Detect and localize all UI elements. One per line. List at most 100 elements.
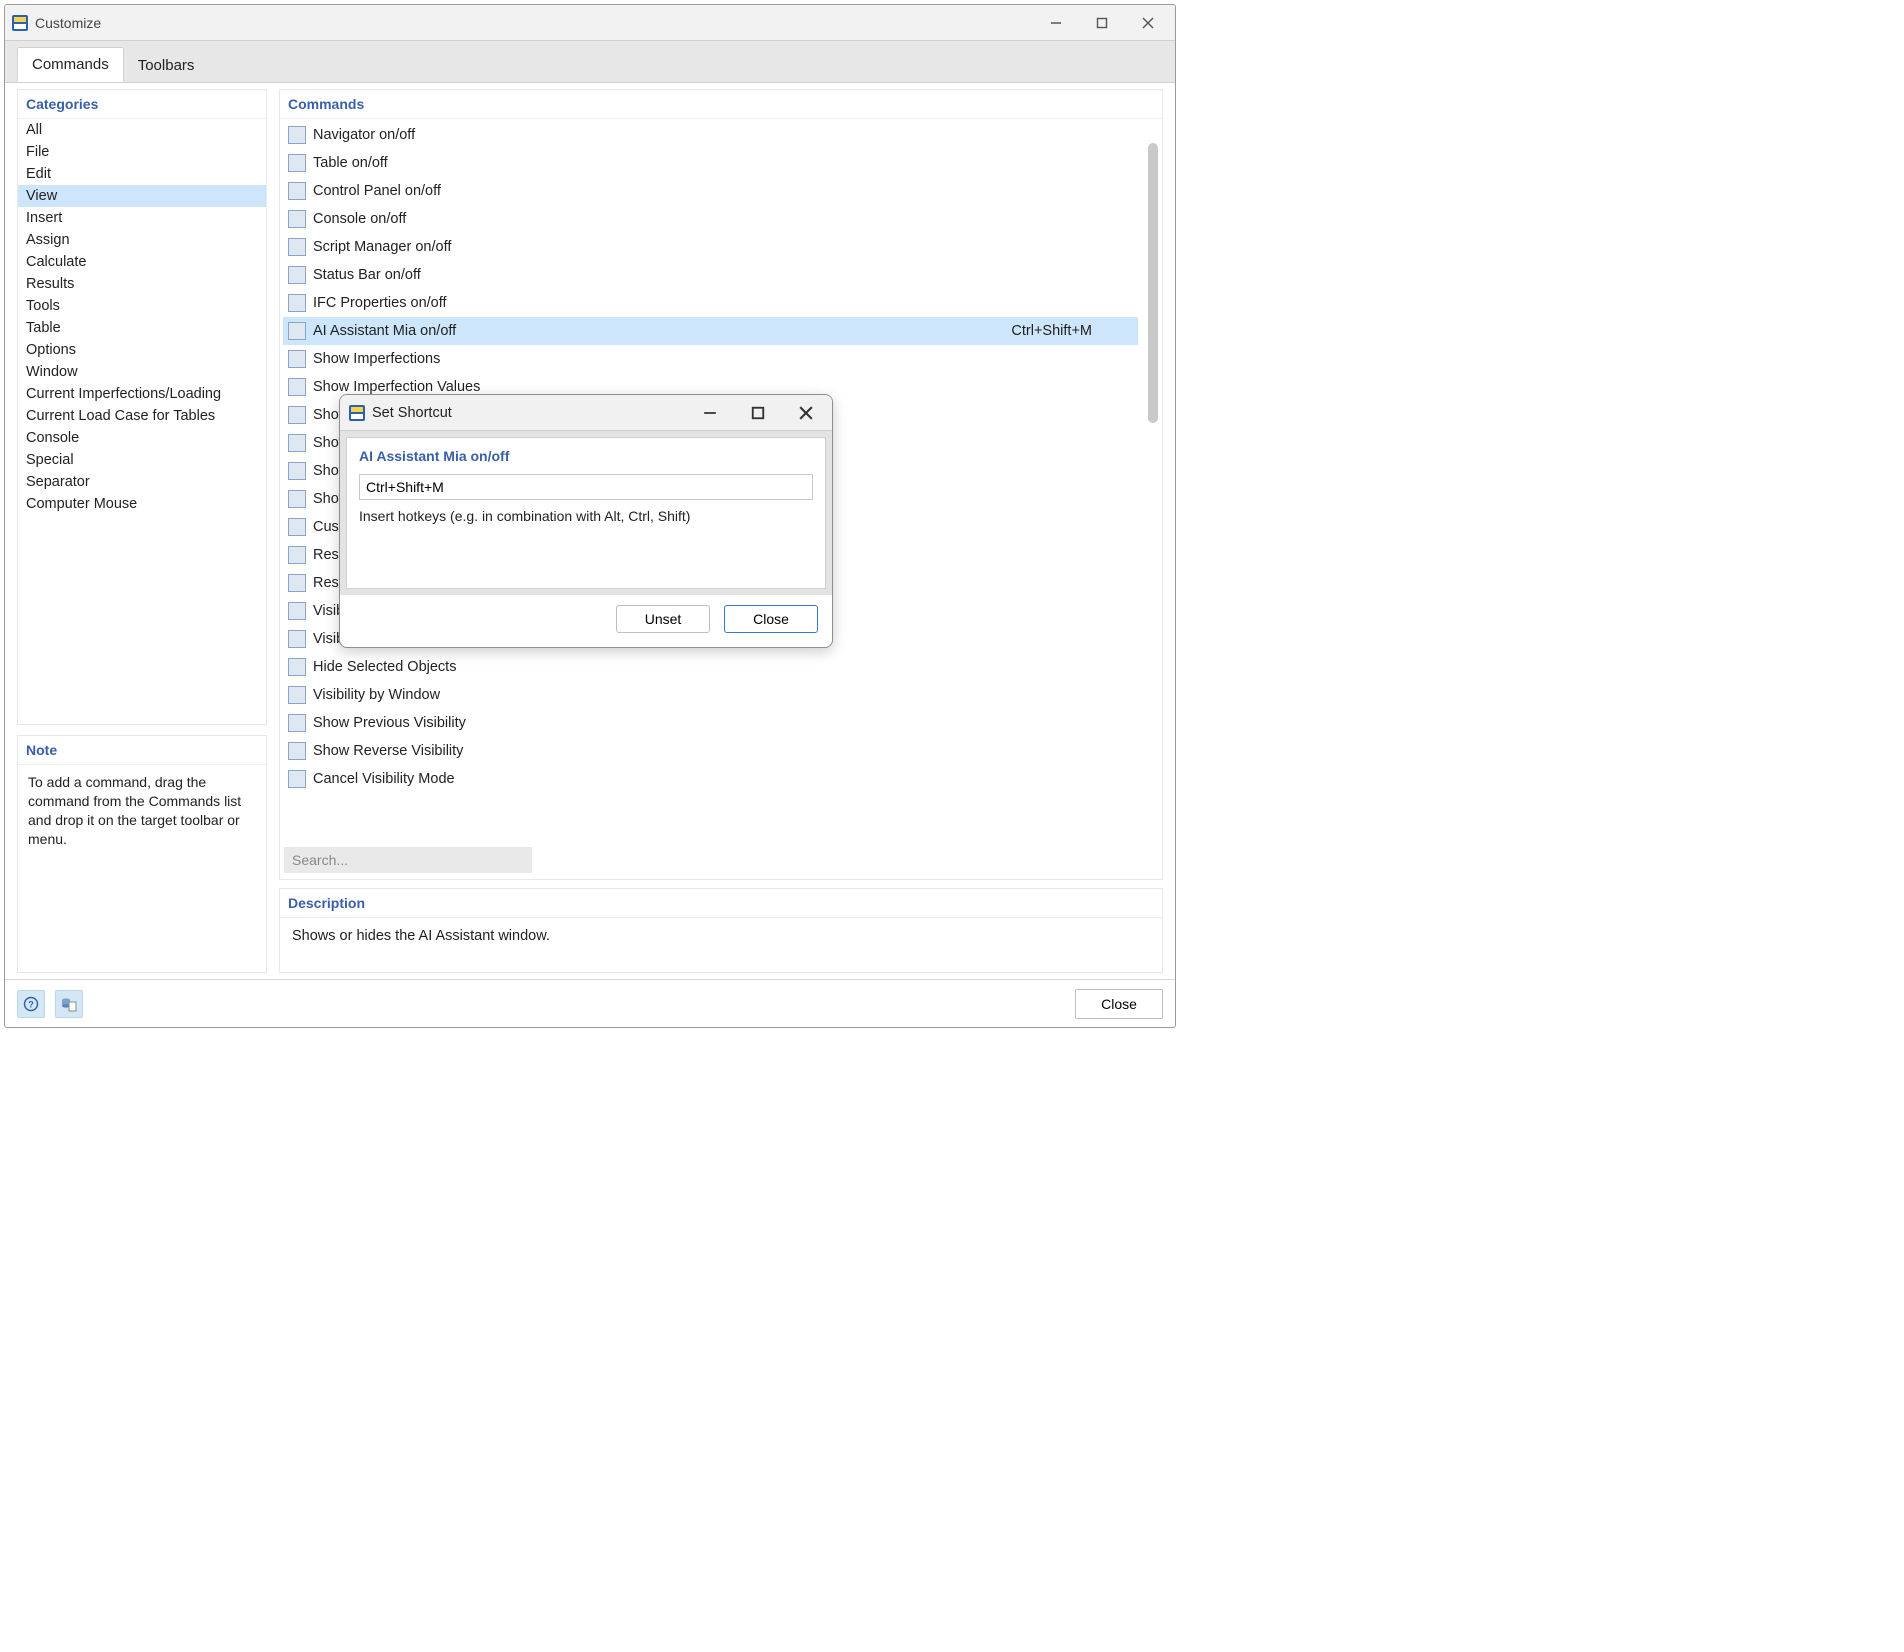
- properties-button[interactable]: [55, 990, 83, 1018]
- left-column: Categories AllFileEditViewInsertAssignCa…: [17, 89, 267, 973]
- dlg-title: Set Shortcut: [372, 405, 452, 421]
- dlg-command-label: AI Assistant Mia on/off: [359, 448, 813, 464]
- category-item[interactable]: Options: [18, 339, 266, 361]
- set-shortcut-dialog: Set Shortcut AI Assistant Mia on/off Ins…: [339, 394, 833, 648]
- category-item[interactable]: Calculate: [18, 251, 266, 273]
- categories-list[interactable]: AllFileEditViewInsertAssignCalculateResu…: [18, 119, 266, 515]
- category-item[interactable]: Current Imperfections/Loading: [18, 383, 266, 405]
- command-row[interactable]: Console on/off: [283, 205, 1138, 233]
- dlg-close-button[interactable]: [792, 401, 820, 425]
- tab-toolbars[interactable]: Toolbars: [124, 49, 209, 82]
- category-item[interactable]: File: [18, 141, 266, 163]
- bottombar: ? Close: [5, 979, 1175, 1027]
- app-icon: [348, 404, 366, 422]
- command-icon: [287, 769, 307, 789]
- maximize-button[interactable]: [1079, 8, 1125, 38]
- app-icon: [11, 14, 29, 32]
- command-label: AI Assistant Mia on/off: [313, 323, 1005, 339]
- category-item[interactable]: Edit: [18, 163, 266, 185]
- category-item[interactable]: Console: [18, 427, 266, 449]
- category-item[interactable]: Assign: [18, 229, 266, 251]
- command-icon: [287, 209, 307, 229]
- command-row[interactable]: Table on/off: [283, 149, 1138, 177]
- command-icon: [287, 629, 307, 649]
- command-label: Show Reverse Visibility: [313, 743, 1132, 759]
- description-body: Shows or hides the AI Assistant window.: [280, 918, 1162, 972]
- categories-panel: Categories AllFileEditViewInsertAssignCa…: [17, 89, 267, 725]
- category-item[interactable]: View: [18, 185, 266, 207]
- note-panel: Note To add a command, drag the command …: [17, 735, 267, 973]
- command-row[interactable]: Status Bar on/off: [283, 261, 1138, 289]
- shortcut-hint: Insert hotkeys (e.g. in combination with…: [359, 508, 813, 524]
- command-icon: [287, 601, 307, 621]
- command-row[interactable]: IFC Properties on/off: [283, 289, 1138, 317]
- command-row[interactable]: Script Manager on/off: [283, 233, 1138, 261]
- command-row[interactable]: Visibility by Window: [283, 681, 1138, 709]
- category-item[interactable]: Tools: [18, 295, 266, 317]
- command-label: Hide Selected Objects: [313, 659, 1132, 675]
- command-icon: [287, 489, 307, 509]
- command-icon: [287, 461, 307, 481]
- help-button[interactable]: ?: [17, 990, 45, 1018]
- dlg-minimize-button[interactable]: [696, 401, 724, 425]
- unset-button[interactable]: Unset: [616, 605, 710, 633]
- scrollbar[interactable]: [1148, 143, 1158, 423]
- command-icon: [287, 265, 307, 285]
- category-item[interactable]: Results: [18, 273, 266, 295]
- minimize-button[interactable]: [1033, 8, 1079, 38]
- command-label: Status Bar on/off: [313, 267, 1132, 283]
- category-item[interactable]: Window: [18, 361, 266, 383]
- command-icon: [287, 713, 307, 733]
- tab-commands[interactable]: Commands: [17, 47, 124, 82]
- command-label: IFC Properties on/off: [313, 295, 1132, 311]
- category-item[interactable]: Separator: [18, 471, 266, 493]
- category-item[interactable]: Insert: [18, 207, 266, 229]
- command-icon: [287, 741, 307, 761]
- search-input[interactable]: [284, 847, 532, 873]
- command-row[interactable]: AI Assistant Mia on/off Ctrl+Shift+M: [283, 317, 1138, 345]
- command-row[interactable]: Hide Selected Objects: [283, 653, 1138, 681]
- tabstrip: Commands Toolbars: [5, 41, 1175, 83]
- command-row[interactable]: Control Panel on/off: [283, 177, 1138, 205]
- command-icon: [287, 657, 307, 677]
- category-item[interactable]: Table: [18, 317, 266, 339]
- command-row[interactable]: Navigator on/off: [283, 121, 1138, 149]
- command-label: Console on/off: [313, 211, 1132, 227]
- command-icon: [287, 517, 307, 537]
- command-icon: [287, 181, 307, 201]
- command-icon: [287, 153, 307, 173]
- command-label: Show Imperfections: [313, 351, 1132, 367]
- command-label: Show Previous Visibility: [313, 715, 1132, 731]
- command-row[interactable]: Show Reverse Visibility: [283, 737, 1138, 765]
- description-header: Description: [280, 889, 1162, 918]
- commands-header: Commands: [280, 90, 1162, 119]
- command-icon: [287, 349, 307, 369]
- category-item[interactable]: All: [18, 119, 266, 141]
- command-icon: [287, 405, 307, 425]
- close-window-button[interactable]: [1125, 8, 1171, 38]
- window-controls: [1033, 8, 1171, 38]
- command-icon: [287, 685, 307, 705]
- description-panel: Description Shows or hides the AI Assist…: [279, 888, 1163, 973]
- command-row[interactable]: Cancel Visibility Mode: [283, 765, 1138, 793]
- command-icon: [287, 377, 307, 397]
- command-label: Visibility by Window: [313, 687, 1132, 703]
- command-icon: [287, 321, 307, 341]
- command-label: Control Panel on/off: [313, 183, 1132, 199]
- command-row[interactable]: Show Previous Visibility: [283, 709, 1138, 737]
- dlg-maximize-button[interactable]: [744, 401, 772, 425]
- category-item[interactable]: Special: [18, 449, 266, 471]
- command-shortcut: Ctrl+Shift+M: [1011, 323, 1132, 339]
- command-row[interactable]: Show Imperfections: [283, 345, 1138, 373]
- dlg-close-button-footer[interactable]: Close: [724, 605, 818, 633]
- command-icon: [287, 573, 307, 593]
- shortcut-input[interactable]: [359, 474, 813, 500]
- window-title: Customize: [35, 15, 101, 31]
- command-icon: [287, 545, 307, 565]
- close-button[interactable]: Close: [1075, 989, 1163, 1019]
- category-item[interactable]: Computer Mouse: [18, 493, 266, 515]
- category-item[interactable]: Current Load Case for Tables: [18, 405, 266, 427]
- command-icon: [287, 433, 307, 453]
- note-body: To add a command, drag the command from …: [18, 765, 266, 857]
- svg-text:?: ?: [28, 999, 34, 1009]
